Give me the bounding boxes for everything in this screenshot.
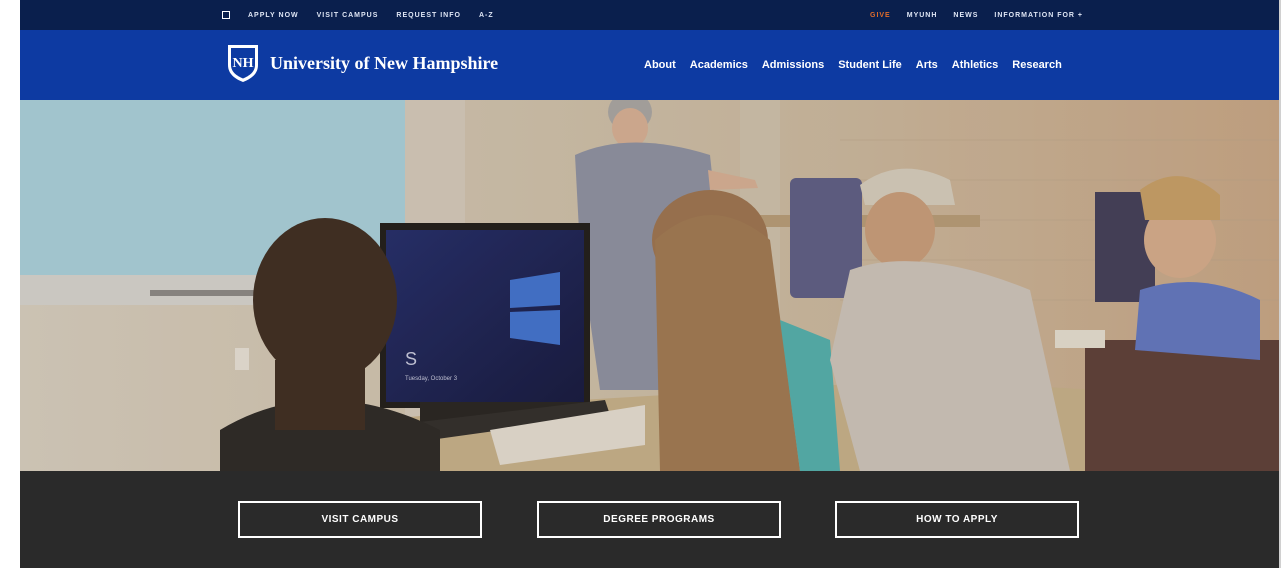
- square-outline-icon[interactable]: [222, 11, 230, 19]
- site-logo-link[interactable]: NH University of New Hampshire: [226, 43, 498, 83]
- browser-frame-left: [0, 0, 21, 568]
- main-header: NH University of New Hampshire About Aca…: [20, 30, 1279, 100]
- degree-programs-button[interactable]: DEGREE PROGRAMS: [537, 501, 781, 538]
- nav-research[interactable]: Research: [1012, 59, 1062, 71]
- utility-link-news[interactable]: NEWS: [953, 12, 978, 19]
- utility-link-visit-campus[interactable]: VISIT CAMPUS: [317, 12, 379, 19]
- unh-shield-logo-icon: NH: [228, 45, 258, 82]
- nav-academics[interactable]: Academics: [690, 59, 748, 71]
- primary-nav: About Academics Admissions Student Life …: [644, 30, 1062, 100]
- utility-link-request-info[interactable]: REQUEST INFO: [396, 12, 461, 19]
- how-to-apply-button[interactable]: HOW TO APPLY: [835, 501, 1079, 538]
- classroom-photo: S Tuesday, October 3: [20, 100, 1279, 471]
- visit-campus-button[interactable]: VISIT CAMPUS: [238, 501, 482, 538]
- nav-about[interactable]: About: [644, 59, 676, 71]
- utility-link-information-for[interactable]: INFORMATION FOR +: [994, 12, 1083, 19]
- nav-arts[interactable]: Arts: [916, 59, 938, 71]
- utility-nav-right: GIVE MYUNH NEWS INFORMATION FOR +: [870, 0, 1083, 30]
- logo-letters: NH: [233, 56, 254, 71]
- utility-link-apply-now[interactable]: APPLY NOW: [248, 12, 299, 19]
- hero-image: S Tuesday, October 3: [20, 100, 1279, 471]
- cta-bar: VISIT CAMPUS DEGREE PROGRAMS HOW TO APPL…: [20, 471, 1279, 568]
- utility-bar: APPLY NOW VISIT CAMPUS REQUEST INFO A-Z …: [20, 0, 1279, 30]
- nav-admissions[interactable]: Admissions: [762, 59, 824, 71]
- utility-link-a-z[interactable]: A-Z: [479, 12, 494, 19]
- nav-student-life[interactable]: Student Life: [838, 59, 902, 71]
- utility-link-myunh[interactable]: MYUNH: [907, 12, 938, 19]
- unh-homepage: APPLY NOW VISIT CAMPUS REQUEST INFO A-Z …: [20, 0, 1279, 568]
- utility-link-give[interactable]: GIVE: [870, 12, 891, 19]
- nav-athletics[interactable]: Athletics: [952, 59, 998, 71]
- site-name: University of New Hampshire: [270, 52, 499, 73]
- utility-nav-left: APPLY NOW VISIT CAMPUS REQUEST INFO A-Z: [222, 0, 494, 30]
